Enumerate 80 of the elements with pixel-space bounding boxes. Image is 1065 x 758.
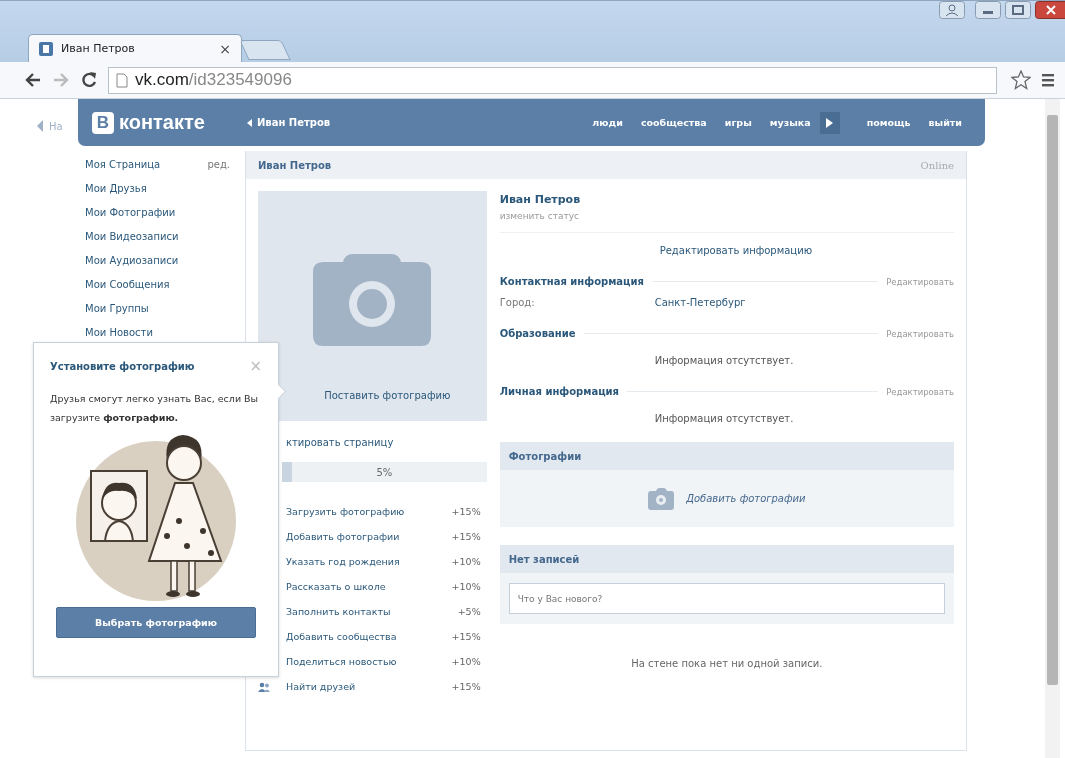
back-icon[interactable]	[24, 72, 42, 88]
nav-link[interactable]: игры	[715, 117, 761, 128]
progress-reading: 5%	[376, 466, 393, 478]
block-title: Нет записей	[499, 545, 954, 573]
people-icon	[258, 681, 270, 692]
post-input-field[interactable]: Что у Вас нового?	[508, 583, 945, 614]
user-icon[interactable]	[939, 1, 965, 19]
task-link[interactable]: Указать год рождения	[286, 556, 452, 567]
nav-link[interactable]: сообщества	[631, 117, 716, 128]
task-link[interactable]: Найти друзей	[286, 681, 452, 692]
choose-photo-button[interactable]: Выбрать фотографию	[56, 607, 256, 638]
empty-note: Информация отсутствует.	[653, 355, 795, 366]
minimize-icon[interactable]	[975, 1, 1001, 19]
tooltip-title: Установите фотографию	[50, 360, 195, 372]
nav-link[interactable]: выйти	[919, 117, 971, 128]
arrow-left-icon	[37, 120, 43, 132]
nav-link[interactable]: музыка	[760, 117, 820, 128]
reload-icon[interactable]	[80, 71, 98, 89]
page-icon	[116, 72, 128, 88]
task-bonus: +10%	[451, 556, 482, 567]
task-bonus: +15%	[451, 681, 482, 692]
section-title: Образование	[499, 328, 576, 339]
sidebar-item[interactable]: Мои Аудиозаписи	[85, 255, 230, 266]
block-title: Фотографии	[499, 442, 954, 470]
maximize-icon[interactable]	[1005, 1, 1031, 19]
close-window-icon[interactable]	[1035, 1, 1065, 19]
online-status: Online	[920, 159, 954, 171]
task-link[interactable]: Поделиться новостью	[286, 656, 452, 667]
bookmark-star-icon[interactable]	[1011, 70, 1031, 90]
close-icon[interactable]: ×	[219, 40, 231, 57]
camera-icon	[648, 487, 675, 510]
task-link[interactable]: Загрузить фотографию	[286, 506, 452, 517]
player-button[interactable]	[819, 111, 840, 134]
back-link-text: На	[49, 120, 63, 132]
menu-icon[interactable]	[1041, 73, 1055, 87]
task-link[interactable]: Добавить сообщества	[286, 631, 452, 642]
sidebar-item[interactable]: Мои Группы	[85, 303, 230, 314]
tooltip-text: Друзья смогут легко узнать Вас, если Вы загрузите фотографию.	[50, 392, 260, 425]
nav-link[interactable]: помощь	[857, 117, 920, 128]
page-title: Иван Петров	[258, 159, 332, 171]
photo-caption: Поставить фотографию	[323, 390, 451, 401]
site-icon	[39, 41, 53, 56]
empty-wall-note: На стене пока нет ни одной записи.	[630, 658, 824, 669]
task-link[interactable]: Рассказать о школе	[286, 581, 452, 592]
nav-link[interactable]: люди	[583, 117, 632, 128]
field-value[interactable]: Санкт-Петербург	[654, 297, 746, 308]
address-field[interactable]: vk.com/id323549096	[108, 66, 997, 94]
add-photos-text: Добавить фотографии	[686, 493, 806, 504]
play-icon	[826, 117, 834, 128]
task-bonus: +5%	[457, 606, 482, 617]
edit-page-link[interactable]: ктировать страницу	[286, 437, 394, 448]
logo-text[interactable]: контакте	[119, 111, 205, 134]
url-text: vk.com/id323549096	[135, 70, 292, 90]
task-link[interactable]: Добавить фотографии	[286, 531, 452, 542]
profile-name: Иван Петров	[499, 193, 582, 206]
scrollbar[interactable]	[1045, 99, 1060, 758]
section-title: Контактная информация	[499, 276, 644, 287]
task-bonus: +15%	[451, 506, 482, 517]
caret-icon	[247, 118, 252, 127]
edit-link[interactable]: ред.	[207, 159, 230, 170]
sidebar-item[interactable]: Мои Друзья	[85, 183, 230, 194]
sidebar-item[interactable]: Мои Сообщения	[85, 279, 230, 290]
section-title: Личная информация	[499, 386, 620, 397]
sidebar-item[interactable]: Мои Новости	[85, 327, 230, 338]
add-photos-link[interactable]: Добавить фотографии	[499, 470, 954, 527]
sidebar-item[interactable]: Мои Фотографии	[85, 207, 230, 218]
task-bonus: +15%	[451, 531, 482, 542]
browser-tab[interactable]: Иван Петров ×	[28, 34, 242, 62]
field-label: Город:	[499, 297, 536, 308]
edit-info-link[interactable]: Редактировать информацию	[499, 245, 954, 256]
task-bonus: +10%	[451, 581, 482, 592]
task-bonus: +10%	[451, 656, 482, 667]
tab-title: Иван Петров	[61, 42, 136, 55]
task-link[interactable]: Заполнить контакты	[286, 606, 458, 617]
sidebar-item[interactable]: Мои Видеозаписи	[85, 231, 230, 242]
camera-icon	[313, 254, 432, 346]
sidebar-item[interactable]: Моя Страница	[85, 159, 208, 170]
empty-note: Информация отсутствует.	[653, 413, 795, 424]
logo-badge[interactable]: В	[92, 111, 114, 134]
task-bonus: +15%	[451, 631, 482, 642]
